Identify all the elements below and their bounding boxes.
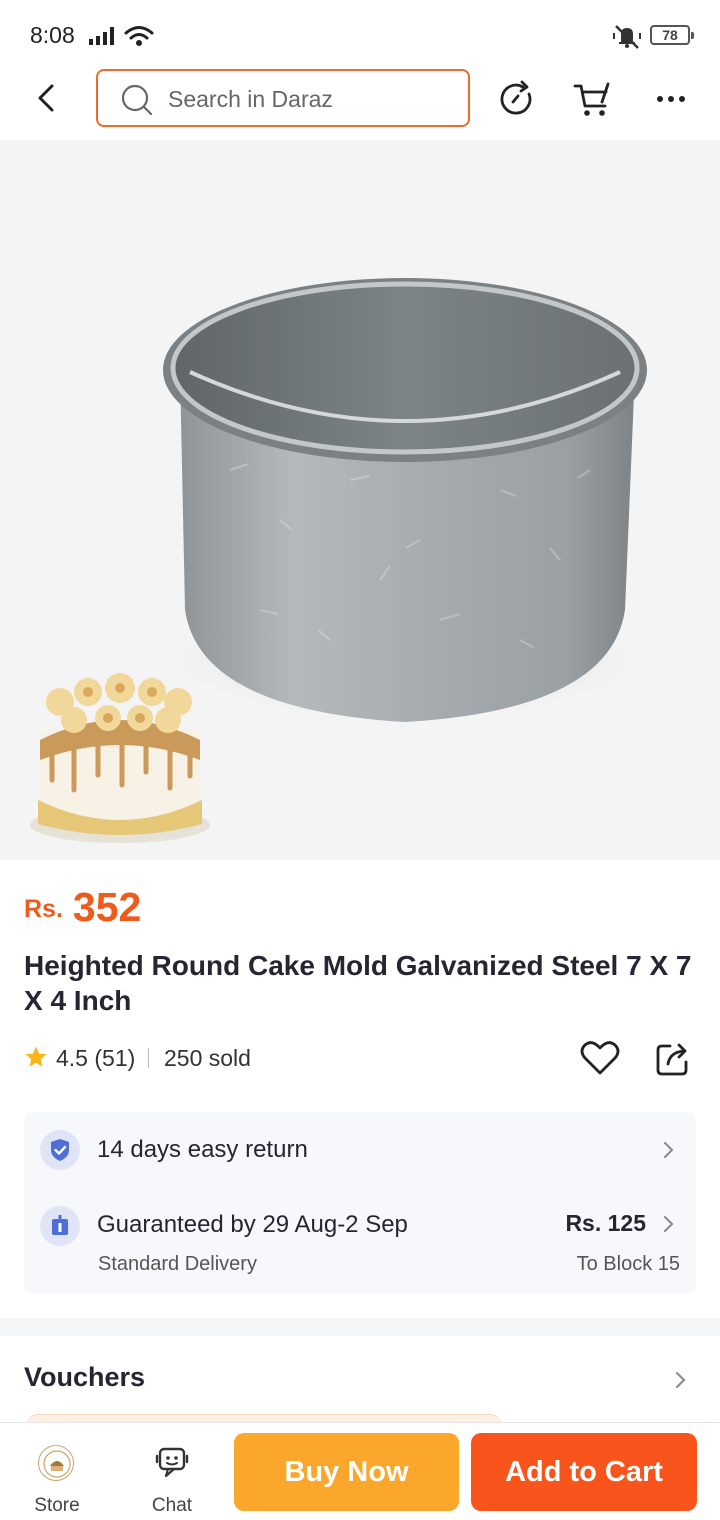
signal-icon — [89, 27, 114, 45]
cake-thumbnail — [30, 673, 210, 843]
rating-value[interactable]: 4.5 (51) — [56, 1045, 135, 1072]
delivery-badge — [40, 1206, 80, 1246]
product-title: Heighted Round Cake Mold Galvanized Stee… — [24, 950, 692, 1016]
wifi-icon — [124, 26, 154, 46]
price-currency: Rs. — [24, 895, 63, 923]
product-image[interactable] — [0, 140, 720, 860]
back-icon[interactable] — [30, 80, 66, 116]
rating-row: 4.5 (51) 250 sold — [24, 1040, 696, 1080]
delivery-location[interactable]: To Block 15 — [577, 1253, 680, 1276]
delivery-type: Standard Delivery — [98, 1253, 257, 1275]
section-divider — [0, 1318, 720, 1336]
search-icon — [121, 84, 153, 116]
delivery-guarantee-text[interactable]: Guaranteed by 29 Aug-2 Sep — [97, 1211, 408, 1239]
store-label: Store — [34, 1495, 80, 1516]
add-to-cart-button[interactable]: Add to Cart — [471, 1433, 697, 1511]
return-badge — [40, 1130, 80, 1170]
status-bar: 8:08 78 — [0, 0, 720, 68]
mute-icon — [613, 25, 641, 49]
chat-button[interactable]: Chat — [136, 1441, 208, 1516]
store-logo — [38, 1445, 74, 1481]
share-icon[interactable] — [654, 1040, 692, 1078]
star-icon — [25, 1046, 47, 1067]
search-placeholder: Search in Daraz — [168, 86, 333, 112]
store-button[interactable]: Store — [22, 1441, 92, 1516]
chat-icon — [155, 1447, 189, 1478]
cart-icon[interactable] — [572, 78, 614, 120]
cake-mold-image — [30, 278, 647, 843]
store-logo-icon — [43, 1450, 71, 1478]
chevron-right-icon[interactable] — [662, 1214, 676, 1234]
chat-label: Chat — [151, 1495, 193, 1516]
shield-check-icon — [51, 1139, 69, 1161]
return-policy-text[interactable]: 14 days easy return — [97, 1136, 308, 1164]
buy-now-button[interactable]: Buy Now — [234, 1433, 459, 1511]
heart-icon[interactable] — [580, 1040, 620, 1076]
refresh-icon[interactable] — [496, 78, 538, 120]
delivery-fee: Rs. 125 — [565, 1210, 646, 1236]
bottom-action-bar: Store Chat Buy Now Add to Cart — [0, 1422, 720, 1520]
divider — [148, 1048, 149, 1068]
sold-count: 250 sold — [164, 1045, 251, 1071]
delivery-info-icon — [52, 1215, 68, 1235]
battery-icon: 78 — [650, 25, 694, 45]
status-time: 8:08 — [30, 22, 75, 48]
search-input[interactable]: Search in Daraz — [96, 69, 470, 127]
price-value: 352 — [72, 884, 142, 930]
top-nav-bar: Search in Daraz — [0, 68, 720, 140]
chevron-right-icon[interactable] — [662, 1140, 676, 1160]
vouchers-heading[interactable]: Vouchers — [24, 1362, 145, 1393]
product-price: Rs. 352 — [24, 884, 141, 931]
service-info-card: 14 days easy return Guaranteed by 29 Aug… — [24, 1112, 696, 1294]
chevron-right-icon[interactable] — [674, 1370, 688, 1390]
more-icon[interactable] — [650, 78, 692, 120]
